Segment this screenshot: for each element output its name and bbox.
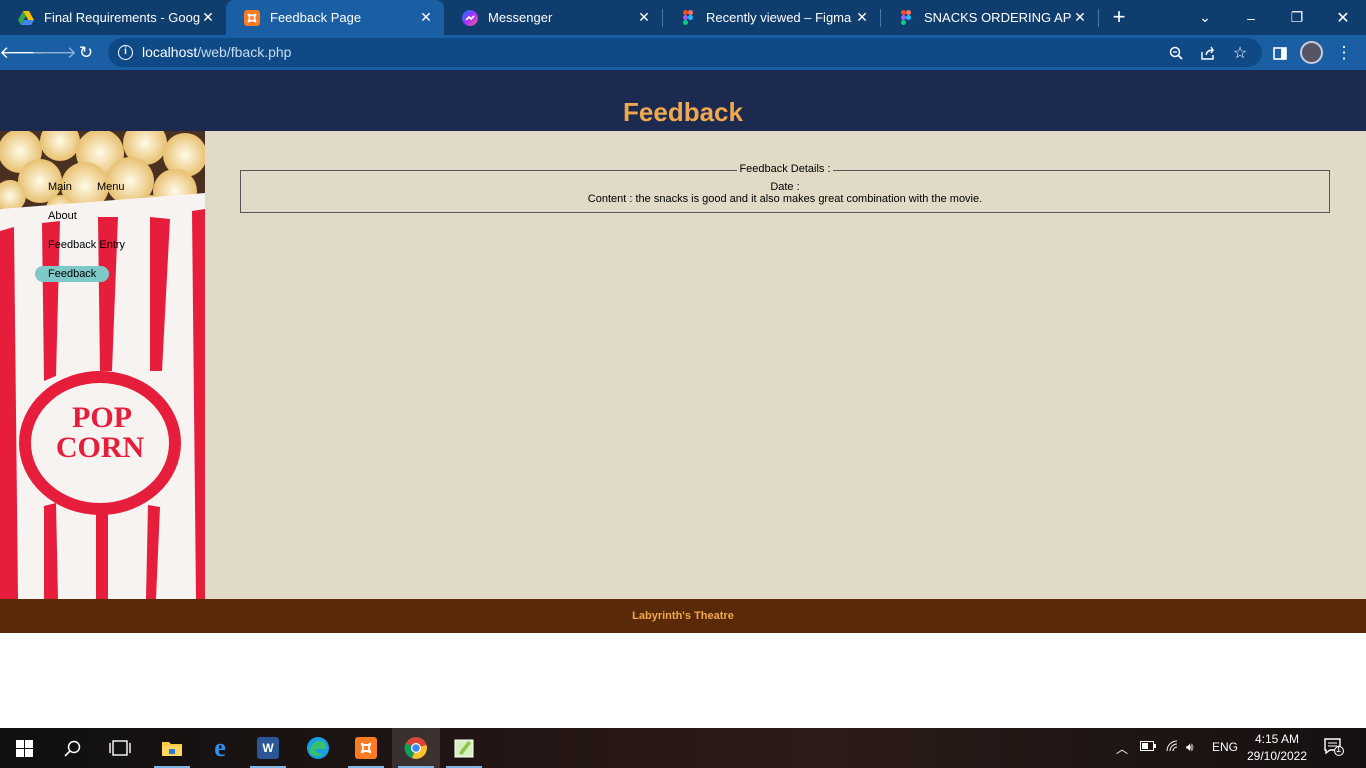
search-icon[interactable]	[48, 728, 96, 768]
network-icon[interactable]	[1166, 740, 1180, 755]
word-icon[interactable]: W	[244, 728, 292, 768]
figma-icon	[680, 10, 696, 26]
zoom-icon[interactable]	[1166, 43, 1186, 63]
windows-start-icon[interactable]	[0, 728, 48, 768]
feedback-details-box: Feedback Details : Date : Content : the …	[240, 163, 1330, 213]
xampp-taskbar-icon[interactable]	[342, 728, 390, 768]
edge-icon[interactable]	[294, 728, 342, 768]
new-tab-icon[interactable]: +	[1108, 6, 1130, 28]
sidebar: POP CORN Main Menu About Feedback Entry …	[0, 131, 205, 599]
forward-arrow-icon[interactable]: 🡒	[31, 41, 77, 65]
notification-count: 1	[1336, 744, 1342, 754]
bookmark-star-icon[interactable]: ☆	[1230, 43, 1250, 63]
share-icon[interactable]	[1198, 43, 1218, 63]
browser-tab-strip: Final Requirements - Google ✕ Feedback P…	[0, 0, 1366, 35]
menu-link-feedback-entry[interactable]: Feedback Entry	[48, 239, 125, 251]
close-window-icon[interactable]: ✕	[1320, 0, 1366, 35]
figma-icon	[898, 10, 914, 26]
menu-heading-menu: Menu	[97, 181, 125, 193]
popcorn-image: POP CORN	[0, 131, 205, 599]
side-panel-icon[interactable]	[1268, 41, 1292, 65]
tab-feedback-page[interactable]: Feedback Page ✕	[226, 0, 444, 35]
language-indicator[interactable]: ENG	[1212, 740, 1238, 754]
footer-text: Labyrinth's Theatre	[632, 610, 734, 622]
tab-title: Feedback Page	[270, 10, 362, 25]
more-menu-icon[interactable]: ⋮	[1332, 41, 1356, 65]
browser-toolbar: 🡐 🡒 ↻ i localhost/web/fback.php ☆ ⋮	[0, 35, 1366, 70]
edge-legacy-icon[interactable]: e	[196, 728, 244, 768]
tab-title: SNACKS ORDERING APP FOR	[924, 10, 1072, 25]
main-content: Feedback Details : Date : Content : the …	[205, 131, 1366, 599]
tab-divider	[1098, 9, 1099, 27]
feedback-date: Date :	[770, 181, 800, 193]
tab-search-chevron-icon[interactable]: ⌄	[1182, 0, 1228, 35]
task-view-icon[interactable]	[96, 728, 144, 768]
feedback-content: Content : the snacks is good and it also…	[587, 193, 983, 205]
system-clock[interactable]: 4:15 AM 29/10/2022	[1244, 731, 1310, 765]
volume-icon[interactable]: 🔊︎	[1186, 740, 1194, 755]
close-tab-icon[interactable]: ✕	[418, 9, 434, 26]
close-tab-icon[interactable]: ✕	[854, 9, 870, 26]
address-bar[interactable]: i localhost/web/fback.php ☆	[108, 38, 1262, 67]
url-text[interactable]: localhost/web/fback.php	[142, 44, 291, 60]
xampp-icon	[244, 9, 260, 26]
tab-title: Messenger	[488, 10, 553, 25]
profile-avatar[interactable]	[1300, 41, 1323, 64]
tab-final-requirements[interactable]: Final Requirements - Google ✕	[0, 0, 226, 35]
feedback-details-legend: Feedback Details :	[737, 163, 833, 175]
tab-title: Recently viewed – Figma	[706, 10, 852, 25]
close-tab-icon[interactable]: ✕	[636, 9, 652, 26]
menu-link-about[interactable]: About	[48, 210, 77, 222]
google-drive-icon	[18, 10, 34, 26]
tab-title: Final Requirements - Google	[44, 10, 200, 25]
close-tab-icon[interactable]: ✕	[200, 9, 216, 26]
popcorn-label-corn: CORN	[56, 431, 145, 464]
file-explorer-icon[interactable]	[148, 728, 196, 768]
menu-heading-main: Main	[48, 181, 72, 193]
clock-date: 29/10/2022	[1246, 749, 1308, 763]
menu-link-feedback[interactable]: Feedback	[35, 266, 110, 282]
page-footer: Labyrinth's Theatre	[0, 599, 1366, 633]
clock-time: 4:15 AM	[1254, 732, 1300, 746]
show-hidden-icons[interactable]: ︿	[1116, 740, 1128, 757]
tab-figma-snacks[interactable]: SNACKS ORDERING APP FOR ✕	[880, 0, 1098, 35]
page-header: Feedback	[0, 70, 1366, 131]
reload-icon[interactable]: ↻	[74, 41, 98, 65]
chrome-icon[interactable]	[392, 728, 440, 768]
popcorn-label-pop: POP	[72, 401, 132, 434]
page-title: Feedback	[623, 97, 743, 127]
restore-icon[interactable]: ❐	[1274, 0, 1320, 35]
minimize-icon[interactable]: –	[1228, 0, 1274, 35]
tab-messenger[interactable]: Messenger ✕	[444, 0, 662, 35]
tab-figma-recent[interactable]: Recently viewed – Figma ✕	[662, 0, 880, 35]
site-info-icon[interactable]: i	[118, 45, 133, 60]
windows-taskbar: e W ︿ 🔊︎ ENG 4:15 AM 29/10/2022 1	[0, 728, 1366, 768]
close-tab-icon[interactable]: ✕	[1072, 9, 1088, 26]
battery-icon[interactable]	[1140, 740, 1156, 754]
notification-center-icon[interactable]: 1	[1324, 738, 1344, 759]
notepad-plus-icon[interactable]	[440, 728, 488, 768]
messenger-icon	[462, 9, 478, 26]
